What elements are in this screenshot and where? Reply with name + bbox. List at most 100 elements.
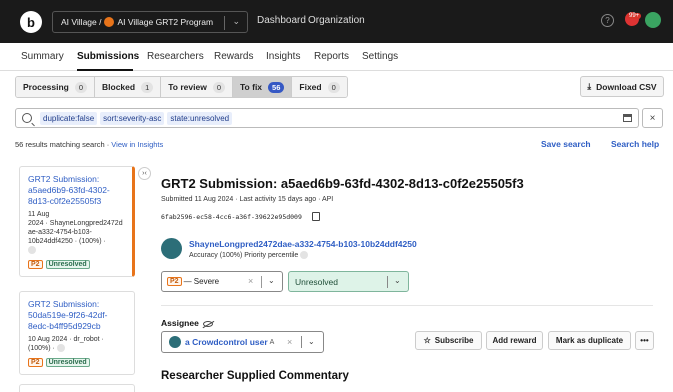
add-reward-label: Add reward [492, 336, 537, 345]
more-icon: ••• [640, 336, 649, 345]
meta-line: 11 Aug [28, 211, 50, 218]
researcher-link[interactable]: ShayneLongpred2472dae-a332-4754-b103-10b… [189, 239, 417, 249]
download-icon: ⤓ [587, 81, 592, 91]
download-csv-button[interactable]: ⤓ Download CSV [580, 76, 664, 97]
submission-subtitle: Submitted 11 Aug 2024 · Last activity 15… [161, 196, 334, 203]
status-badge: Unresolved [45, 260, 90, 269]
meta-line: 2024 · ShayneLongpred2472d [28, 220, 123, 227]
organization-selector[interactable]: AI Village / AI Village GRT2 Program ⌄ [52, 11, 248, 33]
tab-insights[interactable]: Insights [266, 51, 300, 62]
divider [161, 305, 653, 306]
close-icon: × [649, 112, 656, 124]
meta-line: ae-a332-4754-b103- [28, 229, 92, 236]
user-avatar[interactable] [645, 12, 661, 28]
search-input[interactable]: duplicate:false sort:severity-asc state:… [15, 108, 639, 128]
logo-letter: b [27, 14, 35, 30]
filter-count: 0 [74, 81, 87, 93]
list-item[interactable]: GRT2 Submission: 50da519e-9f26-42df-8edc… [19, 291, 135, 375]
calendar-icon[interactable] [623, 114, 632, 122]
tab-reports[interactable]: Reports [314, 51, 349, 62]
filter-count: 0 [212, 81, 225, 93]
tab-researchers[interactable]: Researchers [147, 51, 204, 62]
main-tabs: Summary Submissions Researchers Rewards … [0, 43, 673, 71]
bugcrowd-logo[interactable]: b [20, 11, 42, 33]
tab-settings[interactable]: Settings [362, 51, 398, 62]
filter-label: Fixed [299, 82, 322, 92]
top-bar: b AI Village / AI Village GRT2 Program ⌄… [0, 0, 673, 43]
select-divider [261, 276, 262, 288]
priority-dot [28, 246, 36, 255]
submission-title: GRT2 Submission: 50da519e-9f26-42df-8edc… [28, 299, 108, 331]
assignee-avatar [169, 336, 181, 348]
assignee-name: a Crowdcontrol user [185, 337, 268, 347]
meta-line: (100%) · [28, 344, 126, 353]
search-help-link[interactable]: Search help [611, 139, 659, 149]
search-chip[interactable]: sort:severity-asc [100, 111, 165, 125]
org-prefix: AI Village / [61, 17, 102, 27]
meta-text: (100%) · [28, 345, 55, 352]
nav-organization[interactable]: Organization [308, 15, 365, 26]
tab-submissions[interactable]: Submissions [77, 51, 139, 62]
filter-to-review[interactable]: To review 0 [161, 77, 233, 97]
eye-slash-icon [202, 320, 213, 327]
state-filter-group: Processing 0 Blocked 1 To review 0 To fix 56… [15, 76, 348, 98]
meta-line: 10b24ddf4250 · (100%) · [28, 238, 106, 245]
tab-summary[interactable]: Summary [21, 51, 64, 62]
clear-search-button[interactable]: × [642, 108, 663, 128]
list-item[interactable] [19, 384, 135, 392]
save-search-link[interactable]: Save search [541, 139, 591, 149]
copy-icon[interactable] [312, 212, 320, 221]
researcher-accuracy: Accuracy (100%) Priority percentile [189, 251, 309, 259]
results-count: 56 results matching search · View in Ins… [15, 140, 163, 149]
program-logo-icon [104, 17, 115, 27]
meta-line: 10 Aug 2024 · dr_robot · [28, 336, 104, 343]
chevron-down-icon: ⌄ [232, 16, 240, 26]
add-reward-button[interactable]: Add reward [486, 331, 543, 350]
selector-divider [224, 16, 225, 30]
priority-badge: P2 [28, 260, 43, 269]
filter-to-fix[interactable]: To fix 56 [233, 77, 293, 97]
clear-icon[interactable]: × [287, 337, 292, 347]
filter-processing[interactable]: Processing 0 [16, 77, 95, 97]
active-tab-indicator [77, 69, 133, 71]
priority-badge: P2 [167, 277, 182, 286]
search-icon [22, 113, 32, 123]
chevron-down-icon: ⌄ [308, 337, 315, 346]
filter-count: 1 [141, 81, 154, 93]
assignee-label: Assignee [161, 318, 213, 328]
subscribe-label: Subscribe [434, 336, 474, 345]
collapse-list-button[interactable]: ›‹ [138, 167, 151, 180]
status-select[interactable]: Unresolved ⌄ [288, 271, 409, 292]
search-chip[interactable]: state:unresolved [167, 111, 233, 125]
subscribe-button[interactable]: ☆ Subscribe [415, 331, 482, 350]
star-icon: ☆ [423, 336, 431, 345]
status-badge: Unresolved [45, 358, 90, 367]
filter-label: Blocked [102, 82, 136, 92]
filter-blocked[interactable]: Blocked 1 [95, 77, 162, 97]
submission-title: GRT2 Submission: a5aed6b9-63fd-4302-8d13… [28, 174, 110, 206]
chevron-down-icon: ⌄ [268, 276, 275, 285]
help-icon[interactable]: ? [601, 14, 614, 27]
filter-label: Processing [23, 82, 69, 92]
select-divider [301, 336, 302, 348]
view-in-insights-link[interactable]: View in Insights [111, 140, 163, 149]
filter-label: To review [168, 82, 207, 92]
mark-duplicate-button[interactable]: Mark as duplicate [548, 331, 631, 350]
assignee-label-text: Assignee [161, 318, 199, 328]
priority-dot [56, 344, 65, 353]
severity-label: — Severe [183, 277, 220, 286]
commentary-heading: Researcher Supplied Commentary [161, 370, 349, 382]
search-chip[interactable]: duplicate:false [40, 111, 98, 125]
filter-fixed[interactable]: Fixed 0 [292, 77, 347, 97]
assignee-select[interactable]: a Crowdcontrol user A × ⌄ [161, 331, 324, 353]
researcher-avatar [161, 238, 182, 259]
more-options-button[interactable]: ••• [635, 331, 654, 350]
severity-select[interactable]: P2 — Severe × ⌄ [161, 271, 283, 292]
list-item[interactable]: GRT2 Submission: a5aed6b9-63fd-4302-8d13… [19, 166, 135, 277]
tab-rewards[interactable]: Rewards [214, 51, 253, 62]
nav-dashboard[interactable]: Dashboard [257, 15, 306, 26]
notification-icon[interactable]: 99+ [625, 12, 642, 26]
priority-badge: P2 [28, 358, 43, 367]
page-title: GRT2 Submission: a5aed6b9-63fd-4302-8d13… [161, 176, 524, 191]
clear-icon[interactable]: × [248, 276, 253, 286]
